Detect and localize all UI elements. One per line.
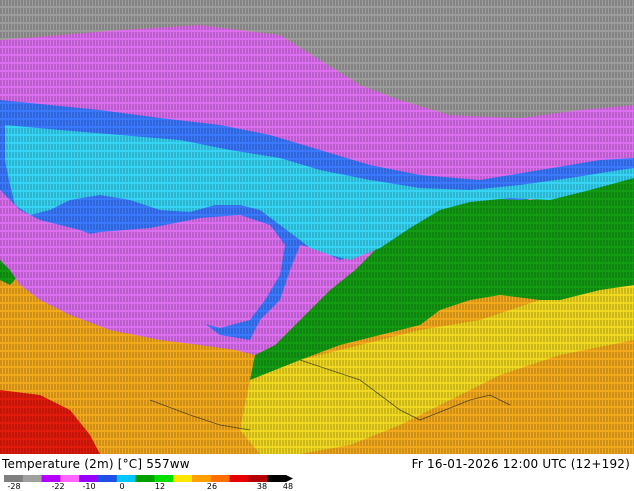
- colorbar-swatch: [98, 475, 118, 482]
- colorbar-arrow: [286, 475, 293, 482]
- colorbar-swatch: [41, 475, 61, 482]
- colorbar: [4, 475, 293, 482]
- colorbar-swatch: [267, 475, 287, 482]
- valid-time: Fr 16-01-2026 12:00 UTC (12+192): [411, 457, 630, 471]
- wind-barb-hatching: [0, 0, 634, 454]
- colorbar-swatch: [154, 475, 174, 482]
- temperature-map[interactable]: [0, 0, 634, 454]
- colorbar-swatch: [60, 475, 80, 482]
- colorbar-swatch: [22, 475, 43, 482]
- colorbar-swatch: [192, 475, 212, 482]
- product-title: Temperature (2m) [°C] 557ww: [2, 457, 190, 471]
- colorbar-swatch: [173, 475, 193, 482]
- colorbar-swatch: [79, 475, 99, 482]
- colorbar-swatch: [248, 475, 268, 482]
- map-footer: Temperature (2m) [°C] 557ww Fr 16-01-202…: [0, 454, 634, 491]
- colorbar-swatch: [210, 475, 231, 482]
- colorbar-swatch: [135, 475, 155, 482]
- colorbar-swatch: [116, 475, 137, 482]
- colorbar-swatch: [229, 475, 249, 482]
- colorbar-swatch: [4, 475, 24, 482]
